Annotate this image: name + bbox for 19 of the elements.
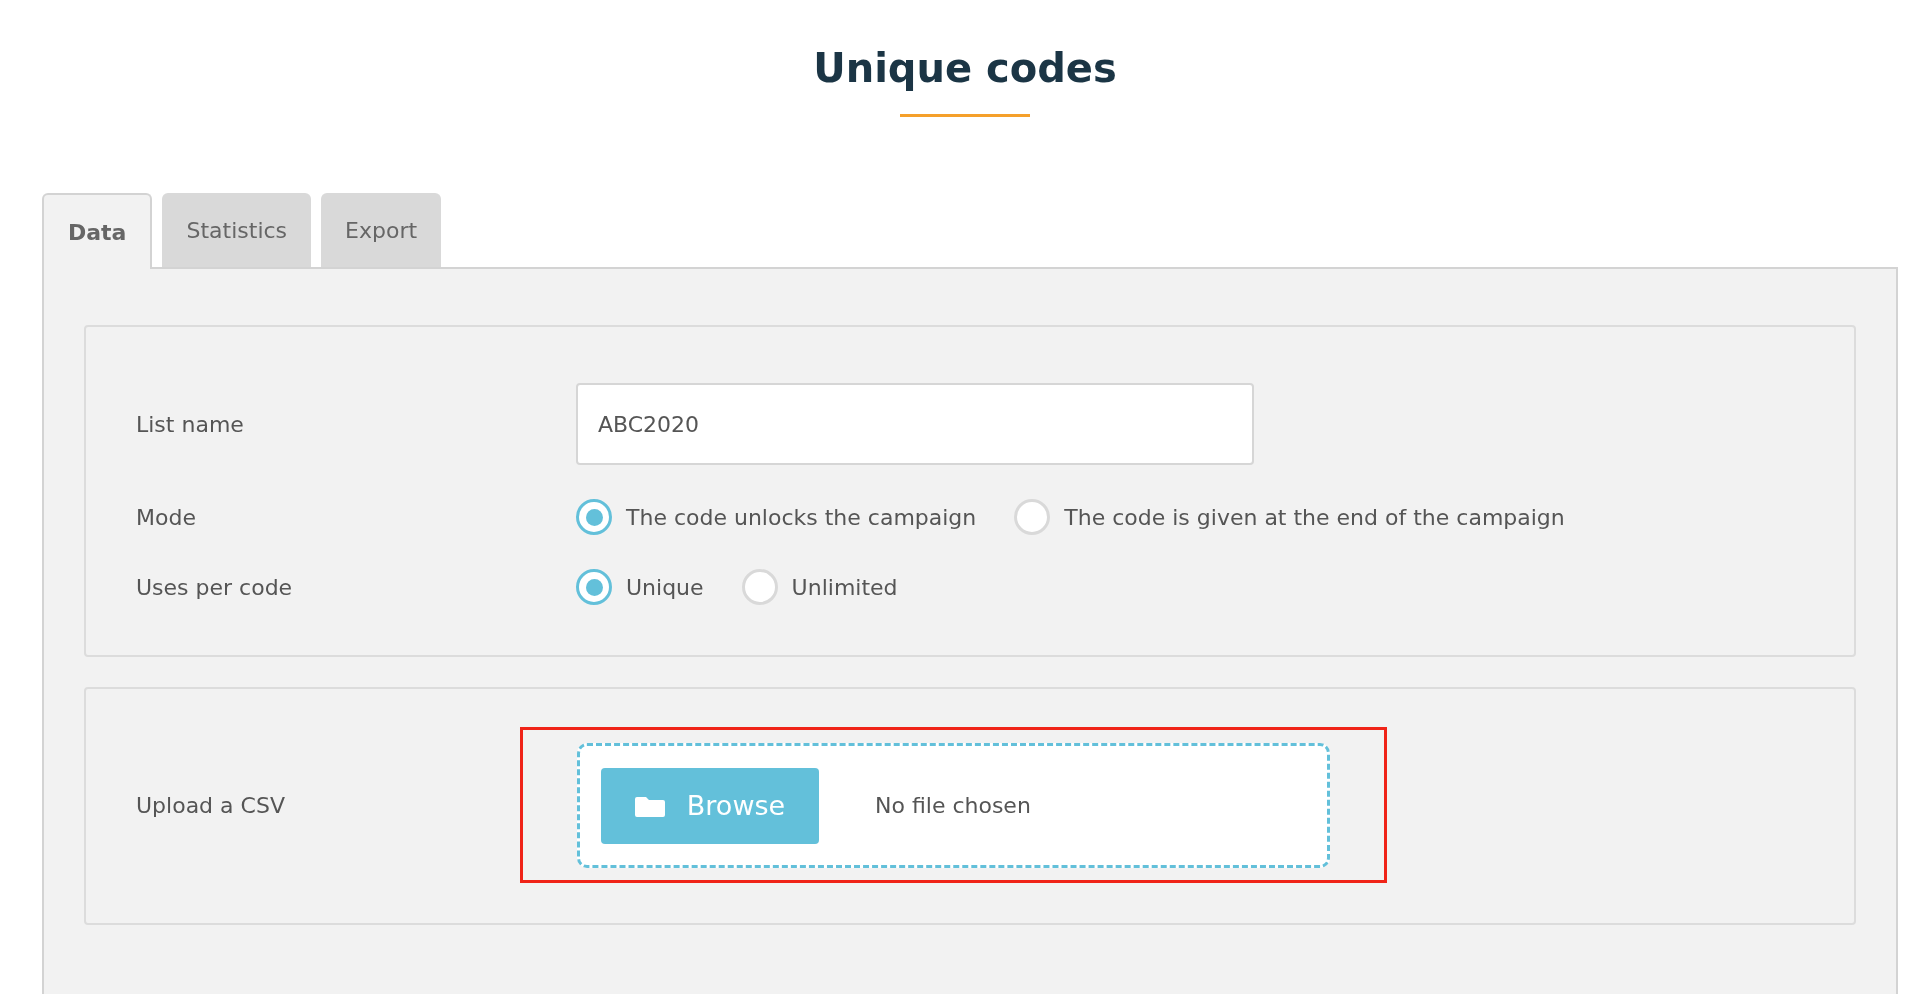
text-field[interactable]: ABC2020 bbox=[576, 383, 1254, 465]
field-label: Uses per code bbox=[136, 574, 294, 600]
file-status: No file chosen bbox=[875, 793, 1031, 818]
radio-label[interactable]: Unique bbox=[626, 574, 704, 600]
field-label: Mode bbox=[136, 504, 197, 530]
tab[interactable]: Data bbox=[42, 193, 153, 269]
field-label: Upload a CSV bbox=[136, 792, 286, 818]
radio-label[interactable]: The code unlocks the campaign bbox=[626, 504, 977, 530]
page-title: Unique codes bbox=[813, 46, 1117, 90]
field-label: List name bbox=[136, 411, 245, 437]
radio-button[interactable] bbox=[576, 499, 612, 535]
radio-label[interactable]: Unlimited bbox=[791, 574, 898, 600]
tab[interactable]: Export bbox=[321, 193, 442, 267]
radio-button[interactable] bbox=[741, 569, 778, 605]
radio-label[interactable]: The code is given at the end of the campaign bbox=[1064, 504, 1565, 530]
tab[interactable]: Statistics bbox=[162, 193, 312, 267]
radio-button[interactable] bbox=[1014, 499, 1051, 535]
radio-button[interactable] bbox=[576, 569, 612, 605]
file-drop-zone[interactable]: Browse No file chosen bbox=[577, 743, 1330, 868]
